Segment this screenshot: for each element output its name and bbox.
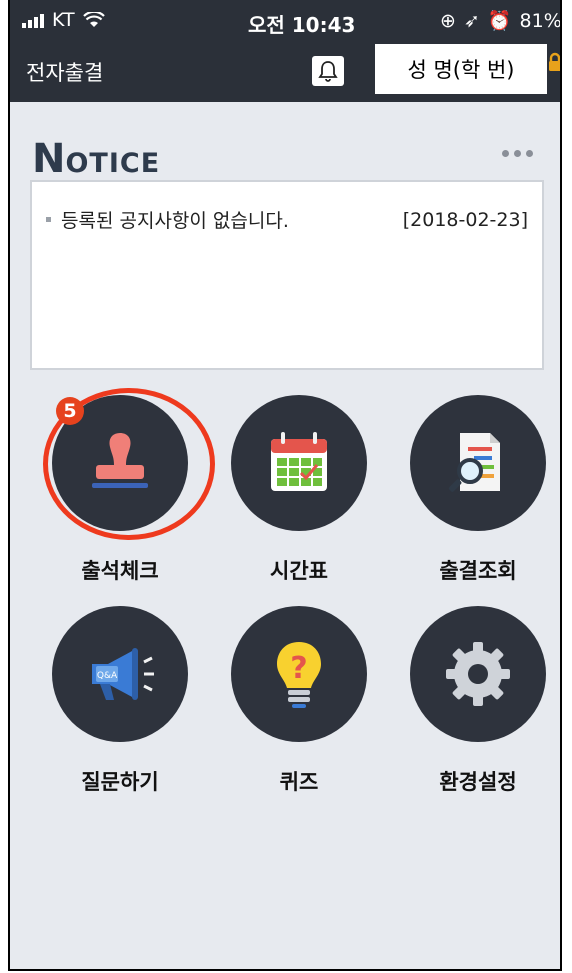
notice-text: 등록된 공지사항이 없습니다. [61,210,289,232]
lock-icon[interactable] [548,52,562,72]
inquiry-circle[interactable] [410,395,546,531]
question-circle[interactable]: Q&A [52,606,188,742]
app-title: 전자출결 [26,61,104,85]
quiz-circle[interactable]: ? [231,606,367,742]
rotation-lock-icon: ⊕ [440,9,456,32]
notice-date: [2018-02-23] [402,208,528,231]
settings-label: 환경설정 [439,770,517,794]
wifi-icon [82,12,105,27]
menu-settings[interactable]: 환경설정 [403,606,553,796]
menu-timetable[interactable]: 시간표 [224,395,374,585]
quiz-label: 퀴즈 [279,770,319,794]
more-icon[interactable] [502,150,533,157]
user-name-label[interactable]: 성 명(학 번) [375,44,547,94]
app-screen: KT 오전 10:43 ⊕ ➶ ⏰ 81% 전자출결 성 명(학 번) NOTI… [8,0,562,971]
alarm-icon: ⏰ [487,10,512,32]
status-time: 오전 10:43 [248,13,356,37]
notice-list: 등록된 공지사항이 없습니다. [2018-02-23] [30,180,544,370]
document-search-icon [448,433,500,492]
inquiry-label: 출결조회 [439,559,517,583]
timetable-circle[interactable] [231,395,367,531]
battery-percent: 81% [519,9,562,32]
menu-attendance-inquiry[interactable]: 출결조회 [403,395,553,585]
settings-circle[interactable] [410,606,546,742]
status-bar: KT 오전 10:43 ⊕ ➶ ⏰ 81% [10,0,560,40]
carrier-group: KT [22,9,105,31]
step-badge: 5 [56,397,84,425]
timetable-label: 시간표 [270,559,328,583]
svg-text:?: ? [290,651,307,686]
bullet-icon [46,217,51,222]
lightbulb-question-icon: ? [277,642,321,708]
carrier-label: KT [52,9,75,31]
status-right-group: ⊕ ➶ ⏰ 81% [440,9,562,33]
megaphone-qa-icon: Q&A [92,648,154,700]
attendance-label: 출석체크 [81,559,159,583]
svg-text:Q&A: Q&A [97,671,118,681]
calendar-icon [271,432,327,491]
question-label: 질문하기 [81,770,159,794]
notice-item[interactable]: 등록된 공지사항이 없습니다. [2018-02-23] [46,206,528,233]
menu-quiz[interactable]: ? 퀴즈 [224,606,374,796]
signal-icon [22,12,44,28]
notification-bell-button[interactable] [312,56,344,86]
menu-ask-question[interactable]: Q&A 질문하기 [45,606,195,796]
location-icon: ➶ [463,9,480,32]
notice-title: NOTICE [32,136,161,182]
gear-icon [446,642,510,706]
bell-icon [318,61,338,82]
app-header: 전자출결 성 명(학 번) [10,40,560,102]
